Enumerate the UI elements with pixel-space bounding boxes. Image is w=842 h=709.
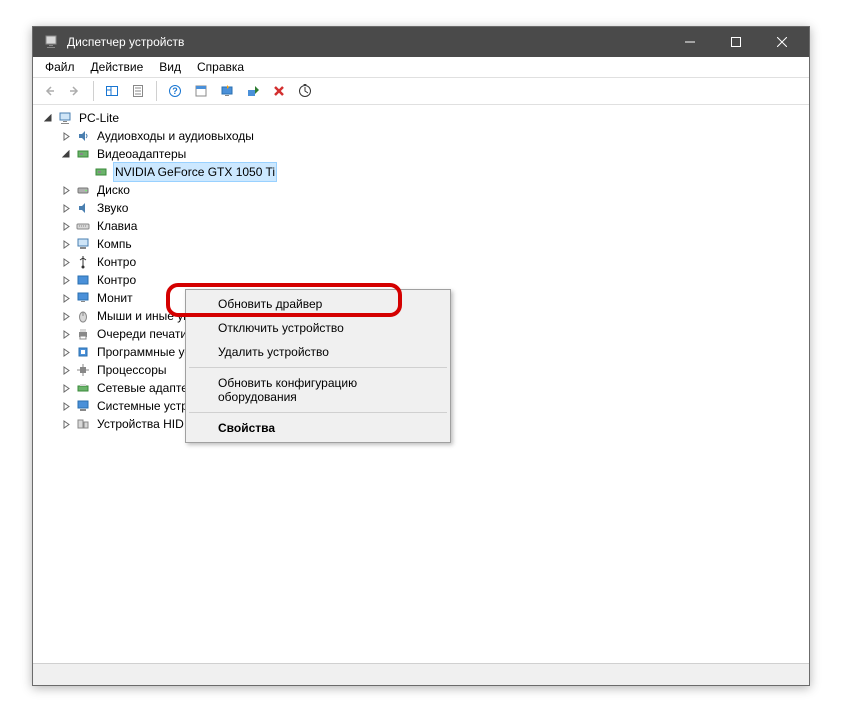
tree-label: PC-Lite [77,109,121,127]
menu-file[interactable]: Файл [37,58,83,76]
tree-category[interactable]: Клавиа [59,217,809,235]
sound-icon [75,200,91,216]
menu-view[interactable]: Вид [151,58,189,76]
toolbar: ? [33,77,809,105]
uninstall-device-button[interactable] [267,79,291,103]
update-driver-button[interactable] [215,79,239,103]
tree-label: Аудиовходы и аудиовыходы [95,127,256,145]
ctx-separator [189,412,447,413]
app-icon [43,34,59,50]
svg-text:?: ? [172,86,178,96]
menu-help[interactable]: Справка [189,58,252,76]
tree-category[interactable]: Компь [59,235,809,253]
tree-label: Очереди печати [95,325,189,343]
expand-icon[interactable] [59,327,73,341]
ctx-update-driver[interactable]: Обновить драйвер [188,292,448,316]
monitor-icon [75,290,91,306]
usb-icon [75,254,91,270]
tree-label: Видеоадаптеры [95,145,188,163]
storage-icon [75,272,91,288]
properties-button[interactable] [126,79,150,103]
display-adapter-icon [75,146,91,162]
back-button [37,79,61,103]
audio-icon [75,128,91,144]
tree-label: Компь [95,235,134,253]
forward-button [63,79,87,103]
expand-icon[interactable] [59,381,73,395]
expand-icon [77,165,91,179]
ctx-uninstall-device[interactable]: Удалить устройство [188,340,448,364]
tree-label: Контро [95,271,138,289]
menubar: Файл Действие Вид Справка [33,57,809,77]
expand-icon[interactable] [59,183,73,197]
menu-action[interactable]: Действие [83,58,152,76]
tree-category[interactable]: Звуко [59,199,809,217]
expand-icon[interactable] [59,255,73,269]
keyboard-icon [75,218,91,234]
properties-sheet-button[interactable] [189,79,213,103]
tree-label: Диско [95,181,132,199]
system-icon [75,398,91,414]
help-button[interactable]: ? [163,79,187,103]
tree-category[interactable]: Диско [59,181,809,199]
mouse-icon [75,308,91,324]
expand-icon[interactable] [59,363,73,377]
hid-icon [75,416,91,432]
ctx-disable-device[interactable]: Отключить устройство [188,316,448,340]
show-hide-button[interactable] [100,79,124,103]
enable-device-button[interactable] [241,79,265,103]
tree-label: Клавиа [95,217,139,235]
ctx-properties[interactable]: Свойства [188,416,448,440]
tree-label: Контро [95,253,138,271]
statusbar [33,663,809,685]
computer-icon [75,236,91,252]
display-adapter-icon [93,164,109,180]
scan-hardware-button[interactable] [293,79,317,103]
expand-icon[interactable] [59,147,73,161]
close-button[interactable] [759,27,805,57]
expand-icon[interactable] [59,129,73,143]
tree-category[interactable]: Аудиовходы и аудиовыходы [59,127,809,145]
context-menu: Обновить драйвер Отключить устройство Уд… [185,289,451,443]
window-title: Диспетчер устройств [67,35,667,49]
tree-label: Звуко [95,199,130,217]
expand-icon[interactable] [59,309,73,323]
expand-icon[interactable] [59,219,73,233]
expand-icon[interactable] [59,201,73,215]
ctx-separator [189,367,447,368]
disk-icon [75,182,91,198]
minimize-button[interactable] [667,27,713,57]
expand-icon[interactable] [59,399,73,413]
expand-icon[interactable] [59,417,73,431]
expand-icon[interactable] [59,273,73,287]
tree-label: Процессоры [95,361,169,379]
expand-icon[interactable] [59,291,73,305]
expand-icon[interactable] [59,237,73,251]
tree-category[interactable]: Контро [59,271,809,289]
device-tree-area: PC-Lite Аудиовходы и аудиовыходы Видеоад… [33,105,809,663]
expand-icon[interactable] [59,345,73,359]
expand-icon[interactable] [41,111,55,125]
device-manager-window: Диспетчер устройств Файл Действие Вид Сп… [32,26,810,686]
printer-icon [75,326,91,342]
titlebar: Диспетчер устройств [33,27,809,57]
toolbar-separator [93,81,94,101]
toolbar-separator [156,81,157,101]
tree-label: Монит [95,289,135,307]
ctx-scan-hardware[interactable]: Обновить конфигурацию оборудования [188,371,448,409]
maximize-button[interactable] [713,27,759,57]
tree-root[interactable]: PC-Lite [41,109,809,127]
tree-label-selected: NVIDIA GeForce GTX 1050 Ti [113,162,277,182]
tree-category[interactable]: Контро [59,253,809,271]
tree-device-gpu[interactable]: NVIDIA GeForce GTX 1050 Ti [77,163,809,181]
network-icon [75,380,91,396]
computer-icon [57,110,73,126]
cpu-icon [75,362,91,378]
tree-category-video[interactable]: Видеоадаптеры [59,145,809,163]
software-icon [75,344,91,360]
